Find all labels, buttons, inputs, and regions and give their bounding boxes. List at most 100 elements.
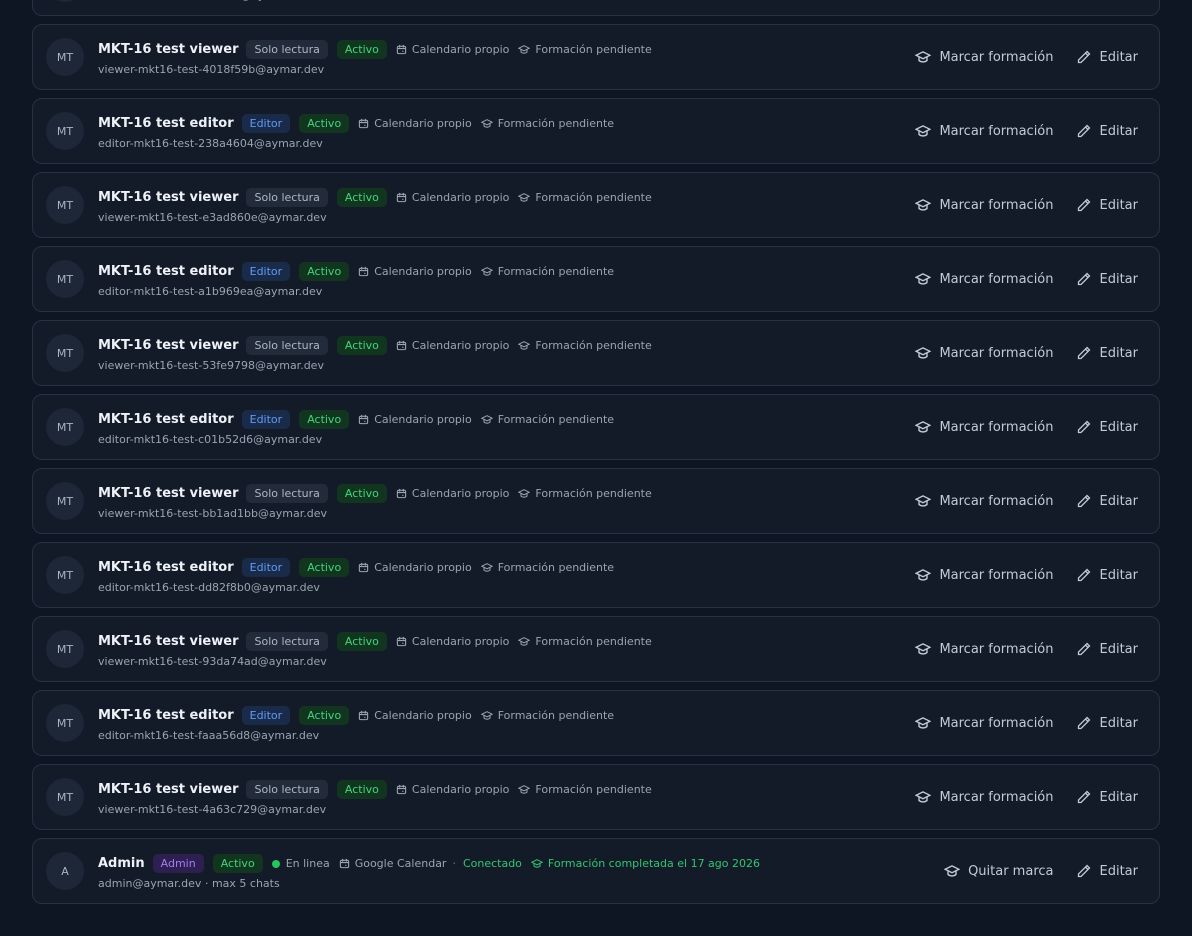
edit-button[interactable]: Editar — [1076, 641, 1138, 657]
edit-button[interactable]: Editar — [1076, 567, 1138, 583]
pencil-icon — [1077, 198, 1090, 212]
training-status: Formación pendiente — [518, 43, 652, 56]
role-badge: Solo lectura — [246, 188, 328, 207]
user-email: viewer-mkt16-test-e3ad860e@aymar.dev — [98, 210, 327, 224]
calendar-label: Calendario propio — [411, 487, 510, 500]
calendar-icon — [396, 44, 407, 55]
status-badge: Activo — [336, 40, 387, 59]
edit-button[interactable]: Editar — [1076, 493, 1139, 509]
edit-button[interactable]: Editar — [1076, 197, 1138, 213]
avatar-initials: MT — [56, 198, 74, 212]
user-line-main: MKT-16 test viewer Solo lectura Activo C… — [98, 187, 915, 209]
user-info: MKT-16 test editor Editor Activo Calenda… — [98, 261, 915, 298]
user-email: viewer-mkt16-test-4018f59b@aymar.dev — [98, 62, 325, 76]
role-badge: Solo lectura — [246, 780, 328, 799]
row-actions: Marcar formación Editar — [915, 49, 1138, 65]
edit-button[interactable]: Editar — [1076, 789, 1138, 805]
edit-label: Editar — [1099, 493, 1139, 509]
user-info: MKT-16 test viewer Solo lectura Activo C… — [98, 335, 915, 372]
mark-training-button[interactable]: Marcar formación — [915, 198, 1054, 213]
user-info: MKT-16 test viewer Solo lectura Activo C… — [98, 483, 915, 520]
calendar-status: Calendario propio — [396, 43, 509, 56]
status-badge: Activo — [336, 780, 387, 799]
mark-training-button[interactable]: Marcar formación — [915, 716, 1054, 731]
calendar-label: Calendario propio — [411, 635, 510, 648]
edit-label: Editar — [1099, 863, 1139, 879]
calendar-icon — [339, 858, 349, 869]
calendar-status: Calendario propio — [396, 487, 510, 500]
user-row: MT MKT-16 test editor Editor Activo Cale… — [32, 0, 1160, 16]
edit-label: Editar — [1099, 715, 1139, 731]
mark-training-button[interactable]: Marcar formación — [915, 641, 1054, 657]
avatar: MT — [46, 334, 84, 372]
edit-label: Editar — [1099, 419, 1139, 435]
calendar-label: Calendario propio — [411, 191, 510, 204]
graduation-cap-icon — [944, 865, 961, 877]
mark-training-button[interactable]: Marcar formación — [915, 50, 1054, 65]
avatar: MT — [46, 778, 84, 816]
mark-training-button[interactable]: Marcar formación — [915, 345, 1054, 361]
row-actions: Marcar formación Editar — [915, 715, 1138, 731]
separator: · — [204, 876, 209, 890]
mark-training-button[interactable]: Marcar formación — [915, 567, 1054, 583]
edit-button[interactable]: Editar — [1076, 345, 1138, 361]
user-row: MT MKT-16 test editor Editor Activo Cale… — [32, 246, 1160, 312]
edit-button[interactable]: Editar — [1076, 271, 1138, 287]
pencil-icon — [1077, 642, 1090, 656]
mark-training-button[interactable]: Marcar formación — [915, 420, 1054, 435]
calendar-status: Calendario propio — [358, 709, 472, 722]
graduation-cap-icon — [480, 563, 493, 572]
mark-training-label: Marcar formación — [939, 123, 1054, 139]
calendar-connected-label: Conectado — [462, 857, 522, 870]
avatar: MT — [46, 186, 84, 224]
avatar-initials: MT — [56, 494, 74, 508]
user-line-main: MKT-16 test viewer Solo lectura Activo C… — [98, 631, 915, 653]
graduation-cap-icon — [915, 199, 932, 211]
role-badge: Solo lectura — [246, 336, 328, 355]
online-dot-icon — [271, 859, 280, 868]
graduation-cap-icon — [915, 273, 932, 285]
user-line-main: MKT-16 test editor Editor Activo Calenda… — [98, 409, 915, 431]
avatar-initials: MT — [56, 568, 74, 582]
unmark-training-button[interactable]: Quitar marca — [944, 864, 1054, 879]
calendar-status: Calendario propio — [396, 191, 510, 204]
user-name: MKT-16 test editor — [98, 116, 234, 131]
pencil-icon — [1077, 864, 1090, 878]
edit-button[interactable]: Editar — [1076, 419, 1139, 435]
user-name: MKT-16 test viewer — [98, 486, 239, 501]
edit-button[interactable]: Editar — [1076, 49, 1138, 65]
edit-button[interactable]: Editar — [1076, 123, 1138, 139]
training-label: Formación pendiente — [497, 561, 615, 574]
avatar-initials: MT — [56, 716, 74, 730]
user-row-admin: A Admin Admin Activo En linea Google Cal… — [32, 838, 1160, 904]
graduation-cap-icon — [915, 643, 932, 655]
row-actions: Marcar formación Editar — [915, 567, 1138, 583]
status-badge: Activo — [299, 558, 350, 577]
graduation-cap-icon — [518, 785, 531, 794]
calendar-icon — [359, 414, 369, 425]
training-status: Formación pendiente — [480, 117, 614, 130]
mark-training-button[interactable]: Marcar formación — [915, 790, 1054, 805]
user-info: MKT-16 test editor Editor Activo Calenda… — [98, 409, 915, 446]
mark-training-button[interactable]: Marcar formación — [915, 272, 1054, 287]
user-name: MKT-16 test viewer — [98, 338, 239, 353]
user-line-main: MKT-16 test viewer Solo lectura Activo C… — [98, 335, 915, 357]
calendar-label: Calendario propio — [374, 709, 472, 722]
mark-training-button[interactable]: Marcar formación — [915, 494, 1054, 509]
pencil-icon — [1077, 568, 1090, 582]
edit-button[interactable]: Editar — [1076, 863, 1139, 879]
user-row: MT MKT-16 test viewer Solo lectura Activ… — [32, 616, 1160, 682]
calendar-status: Google Calendar — [339, 857, 446, 870]
edit-button[interactable]: Editar — [1076, 715, 1139, 731]
graduation-cap-icon — [915, 791, 932, 803]
mark-training-label: Marcar formación — [939, 345, 1054, 361]
mark-training-button[interactable]: Marcar formación — [915, 123, 1054, 139]
graduation-cap-icon — [915, 421, 932, 433]
graduation-cap-icon — [915, 51, 932, 63]
calendar-status: Calendario propio — [358, 265, 472, 278]
avatar-initials: MT — [56, 272, 74, 286]
calendar-icon — [396, 784, 407, 795]
mark-training-label: Marcar formación — [939, 567, 1054, 583]
row-actions: Marcar formación Editar — [915, 123, 1138, 139]
mark-training-label: Marcar formación — [939, 641, 1054, 657]
